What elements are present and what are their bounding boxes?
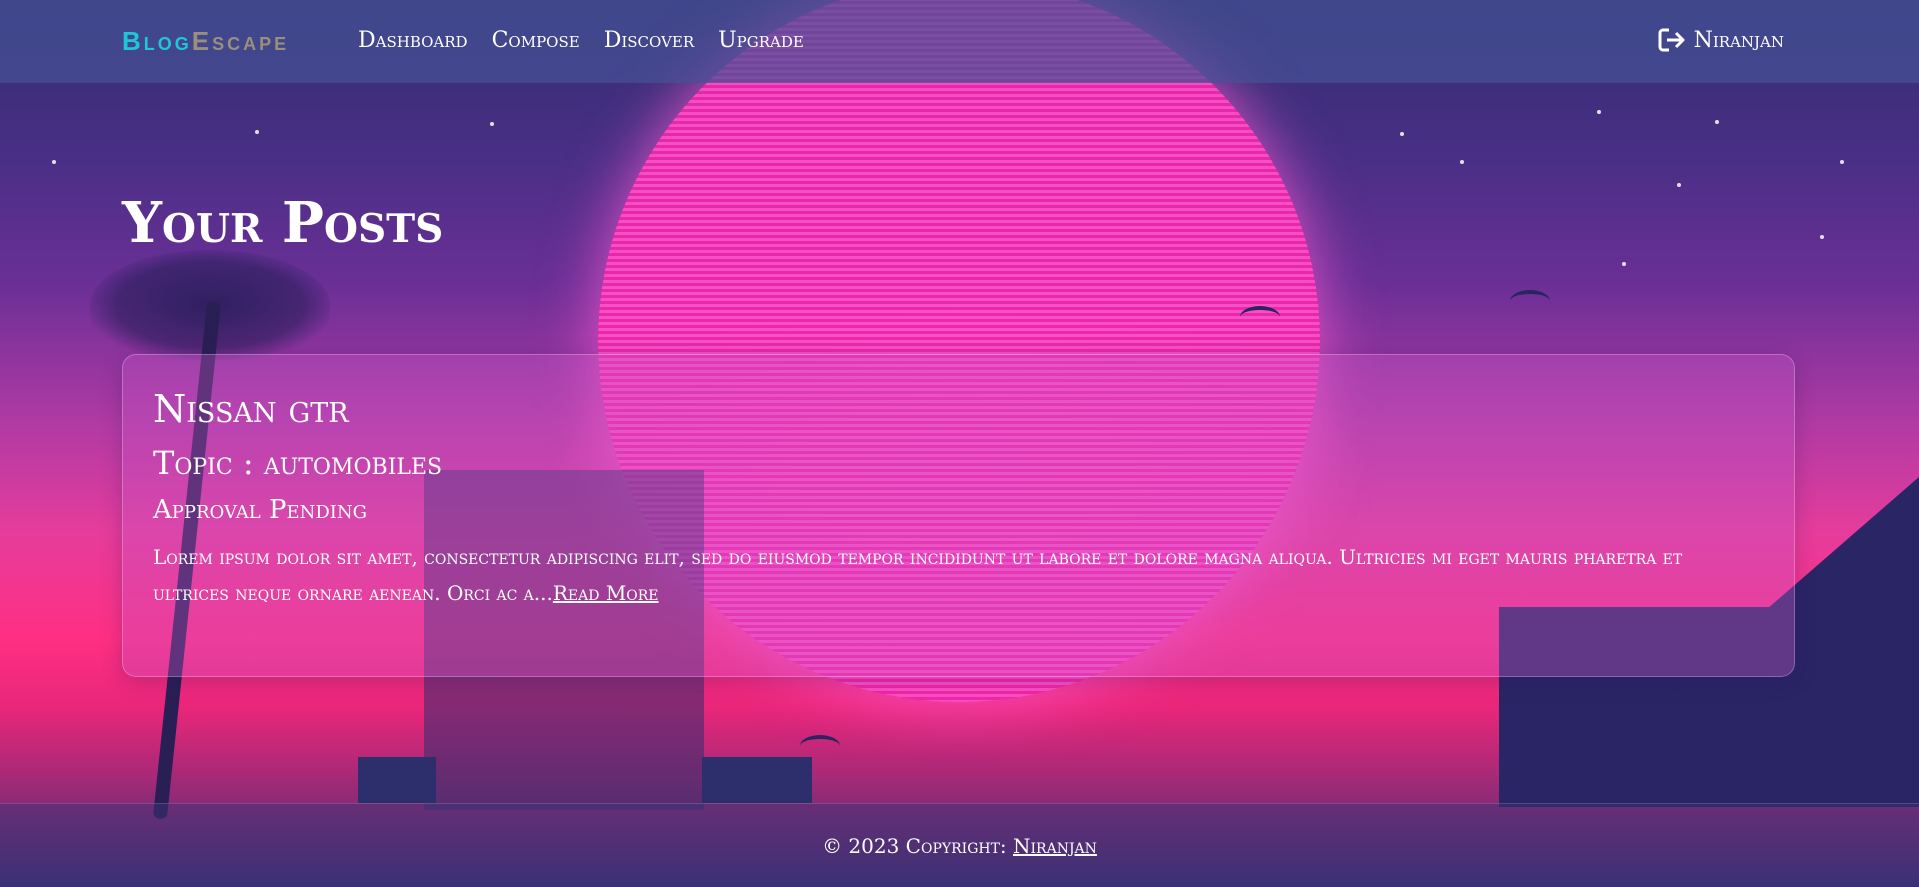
star (1400, 132, 1404, 136)
user-logout-button[interactable]: Niranjan (1658, 27, 1784, 53)
palm-leaves (90, 250, 330, 360)
nav-link-upgrade[interactable]: Upgrade (718, 28, 804, 53)
post-status: Approval Pending (153, 495, 368, 525)
star (490, 122, 494, 126)
footer: © 2023 Copyright: Niranjan (0, 803, 1919, 887)
sign-out-icon (1658, 27, 1686, 53)
brand-part-blog: Blog (122, 26, 192, 56)
brand-logo[interactable]: BlogEscape (122, 26, 289, 57)
star (1715, 120, 1719, 124)
star (255, 130, 259, 134)
bird-icon (1240, 306, 1280, 328)
nav-link-compose[interactable]: Compose (492, 28, 580, 53)
footer-copyright: © 2023 Copyright: (822, 834, 1014, 858)
star (1677, 183, 1681, 187)
post-title: Nissan gtr (153, 387, 349, 431)
user-name: Niranjan (1693, 27, 1784, 53)
footer-author-link[interactable]: Niranjan (1013, 834, 1097, 858)
star (1460, 160, 1464, 164)
read-more-link[interactable]: Read More (553, 581, 659, 605)
bird-icon (1510, 290, 1550, 312)
bench (358, 757, 436, 803)
post-card: Nissan gtr Topic : automobiles Approval … (122, 354, 1795, 677)
star (1840, 160, 1844, 164)
star (1597, 110, 1601, 114)
nav-links: Dashboard Compose Discover Upgrade (358, 28, 804, 53)
top-navbar: BlogEscape Dashboard Compose Discover Up… (0, 0, 1919, 83)
star (1820, 235, 1824, 239)
post-topic: Topic : automobiles (153, 444, 443, 482)
star (1622, 262, 1626, 266)
nav-link-discover[interactable]: Discover (604, 28, 694, 53)
post-excerpt: Lorem ipsum dolor sit amet, consectetur … (153, 539, 1763, 611)
star (52, 160, 56, 164)
brand-part-escape: Escape (191, 26, 290, 56)
page-title: Your Posts (122, 190, 444, 256)
bird-icon (800, 735, 840, 757)
post-excerpt-text: Lorem ipsum dolor sit amet, consectetur … (153, 545, 1683, 605)
nav-link-dashboard[interactable]: Dashboard (358, 28, 468, 53)
bench (702, 757, 812, 803)
